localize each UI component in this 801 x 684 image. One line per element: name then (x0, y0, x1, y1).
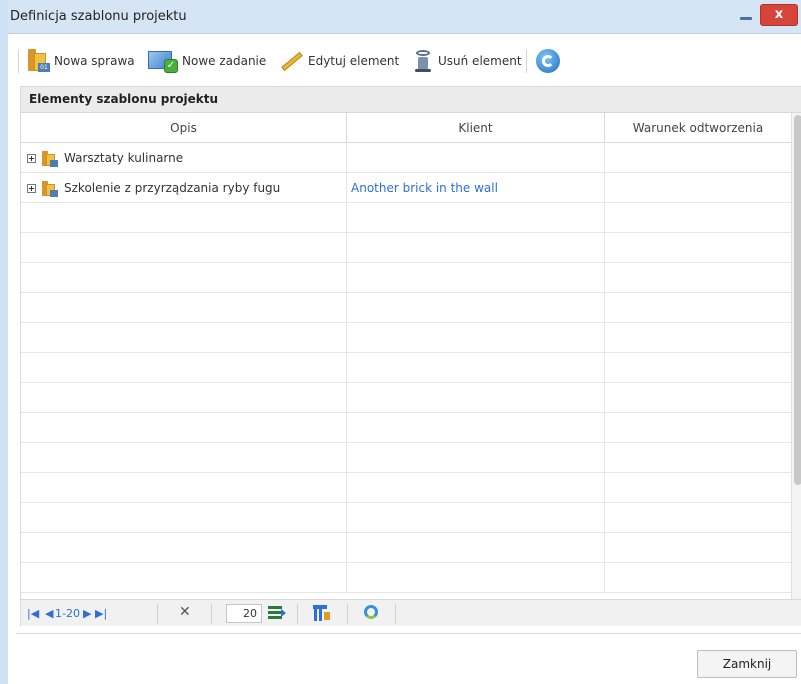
pager: |◀ ◀ 1-20 ▶ ▶| ✕ (21, 599, 801, 626)
dialog-window: Definicja szablonu projektu x 01 Nowa sp… (0, 0, 801, 684)
delete-icon (412, 49, 434, 73)
cell-klient[interactable] (347, 143, 605, 173)
pager-separator (395, 604, 396, 624)
close-window-button[interactable]: x (760, 4, 798, 26)
first-page-icon[interactable]: |◀ (27, 606, 39, 622)
empty-row (21, 353, 791, 383)
prev-page-icon[interactable]: ◀ (45, 606, 53, 622)
page-size-list-icon[interactable] (268, 604, 286, 622)
delete-element-label: Usuń element (438, 54, 522, 68)
window-title: Definicja szablonu projektu (10, 9, 187, 24)
close-button[interactable]: Zamknij (697, 650, 797, 678)
empty-row (21, 533, 791, 563)
footer-divider (16, 633, 801, 634)
expand-icon[interactable] (27, 154, 36, 163)
folder-document-icon (42, 150, 58, 167)
empty-row (21, 503, 791, 533)
new-task-label: Nowe zadanie (182, 54, 267, 68)
empty-row (21, 443, 791, 473)
tools-icon[interactable]: ✕ (179, 604, 191, 620)
refresh-icon (536, 49, 560, 73)
toolbar: 01 Nowa sprawa ✓ Nowe zadanie Edytuj ele… (16, 42, 796, 78)
column-header-warunek[interactable]: Warunek odtworzenia (605, 113, 791, 143)
grid-body: Warsztaty kulinarne Szkolenie z przyrząd… (21, 143, 791, 599)
panel-title: Elementy szablonu projektu (29, 92, 219, 106)
refresh-button[interactable] (536, 48, 560, 74)
task-icon: ✓ (148, 49, 178, 73)
scrollbar-thumb[interactable] (794, 115, 801, 485)
edit-element-button[interactable]: Edytuj element (278, 48, 399, 74)
pencil-icon (278, 49, 304, 73)
empty-row (21, 563, 791, 593)
pager-separator (297, 604, 298, 624)
column-header-opis[interactable]: Opis (21, 113, 347, 143)
reload-grid-icon[interactable] (363, 604, 381, 622)
panel-header: Elementy szablonu projektu (21, 87, 801, 113)
cell-warunek (605, 173, 791, 203)
expand-icon[interactable] (27, 184, 36, 193)
page-range: 1-20 (55, 607, 80, 620)
table-row[interactable]: Szkolenie z przyrządzania ryby fugu Anot… (21, 173, 791, 203)
vertical-scrollbar[interactable] (791, 113, 801, 599)
title-bar: Definicja szablonu projektu x (8, 0, 801, 34)
folder-document-icon: 01 (28, 49, 50, 73)
toolbar-separator (526, 49, 527, 73)
pager-separator (211, 604, 212, 624)
edit-element-label: Edytuj element (308, 54, 400, 68)
columns-icon[interactable] (313, 604, 331, 622)
cell-opis: Warsztaty kulinarne (21, 143, 347, 173)
empty-row (21, 263, 791, 293)
next-page-icon[interactable]: ▶ (83, 606, 91, 622)
minimize-button[interactable] (736, 8, 756, 24)
cell-warunek (605, 143, 791, 173)
cell-klient[interactable]: Another brick in the wall (347, 173, 605, 203)
new-case-label: Nowa sprawa (54, 54, 135, 68)
empty-row (21, 383, 791, 413)
column-header-klient[interactable]: Klient (347, 113, 605, 143)
row-opis-text: Warsztaty kulinarne (64, 151, 184, 165)
empty-row (21, 473, 791, 503)
new-task-button[interactable]: ✓ Nowe zadanie (148, 48, 266, 74)
table-row[interactable]: Warsztaty kulinarne (21, 143, 791, 173)
pager-separator (347, 604, 348, 624)
template-elements-panel: Elementy szablonu projektu Opis Klient W… (20, 86, 801, 626)
new-case-button[interactable]: 01 Nowa sprawa (28, 48, 135, 74)
cell-opis: Szkolenie z przyrządzania ryby fugu (21, 173, 347, 203)
page-size-input[interactable] (226, 604, 262, 623)
grid-header: Opis Klient Warunek odtworzenia (21, 113, 791, 143)
delete-element-button[interactable]: Usuń element (412, 48, 522, 74)
last-page-icon[interactable]: ▶| (95, 606, 107, 622)
empty-row (21, 293, 791, 323)
empty-row (21, 323, 791, 353)
empty-row (21, 413, 791, 443)
folder-document-icon (42, 180, 58, 197)
empty-row (21, 203, 791, 233)
empty-row (21, 233, 791, 263)
toolbar-separator (18, 49, 19, 73)
pager-separator (157, 604, 158, 624)
row-opis-text: Szkolenie z przyrządzania ryby fugu (64, 181, 281, 195)
